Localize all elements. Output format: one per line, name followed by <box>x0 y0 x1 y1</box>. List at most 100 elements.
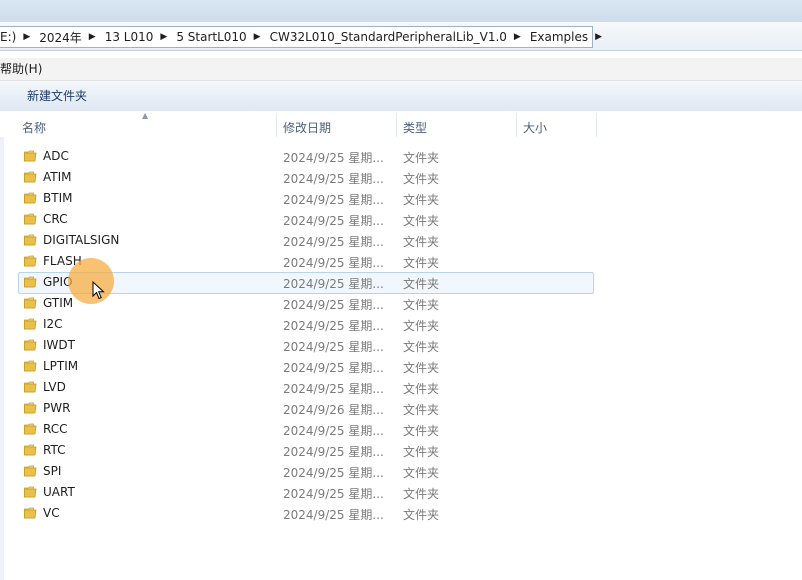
breadcrumb-separator-icon[interactable]: ▶ <box>89 32 96 42</box>
folder-icon <box>24 276 37 288</box>
file-date: 2024/9/26 星期... <box>283 403 384 417</box>
column-divider[interactable] <box>396 113 397 137</box>
file-date: 2024/9/25 星期... <box>283 319 384 333</box>
breadcrumb-separator-icon[interactable]: ▶ <box>595 32 602 42</box>
column-header-row: ▲ 名称 修改日期 类型 大小 <box>0 111 802 137</box>
file-type: 文件夹 <box>403 151 440 165</box>
file-row[interactable]: CRC 2024/9/25 星期... 文件夹 <box>0 209 802 230</box>
file-name[interactable]: LVD <box>43 380 66 394</box>
breadcrumb-item[interactable]: Examples <box>530 30 592 44</box>
file-date: 2024/9/25 星期... <box>283 466 384 480</box>
file-date: 2024/9/25 星期... <box>283 235 384 249</box>
file-name[interactable]: BTIM <box>43 191 72 205</box>
file-type: 文件夹 <box>403 403 440 417</box>
folder-icon <box>24 192 37 204</box>
file-row[interactable]: IWDT 2024/9/25 星期... 文件夹 <box>0 335 802 356</box>
folder-icon <box>24 339 37 351</box>
file-type: 文件夹 <box>403 466 440 480</box>
breadcrumb-separator-icon[interactable]: ▶ <box>514 32 521 42</box>
column-divider[interactable] <box>596 113 597 137</box>
file-row[interactable]: ADC 2024/9/25 星期... 文件夹 <box>0 146 802 167</box>
file-name[interactable]: DIGITALSIGN <box>43 233 119 247</box>
file-row[interactable]: UART 2024/9/25 星期... 文件夹 <box>0 482 802 503</box>
file-name[interactable]: RCC <box>43 422 68 436</box>
folder-icon <box>24 444 37 456</box>
column-header-type[interactable]: 类型 <box>403 119 427 136</box>
cursor-highlight <box>68 258 114 304</box>
column-header-date[interactable]: 修改日期 <box>283 119 331 136</box>
folder-icon <box>24 381 37 393</box>
file-row[interactable]: RCC 2024/9/25 星期... 文件夹 <box>0 419 802 440</box>
breadcrumb-item[interactable]: CW32L010_StandardPeripheralLib_V1.0 <box>270 30 511 44</box>
breadcrumb-separator-icon[interactable]: ▶ <box>160 32 167 42</box>
breadcrumb-separator-icon[interactable]: ▶ <box>23 32 30 42</box>
file-row[interactable]: VC 2024/9/25 星期... 文件夹 <box>0 503 802 524</box>
column-header-size[interactable]: 大小 <box>523 119 547 136</box>
folder-icon <box>24 213 37 225</box>
file-name[interactable]: ATIM <box>43 170 72 184</box>
file-row[interactable]: BTIM 2024/9/25 星期... 文件夹 <box>0 188 802 209</box>
file-name[interactable]: ADC <box>43 149 69 163</box>
file-row[interactable]: GTIM 2024/9/25 星期... 文件夹 <box>0 293 802 314</box>
file-date: 2024/9/25 星期... <box>283 256 384 270</box>
file-date: 2024/9/25 星期... <box>283 277 384 291</box>
file-row[interactable]: DIGITALSIGN 2024/9/25 星期... 文件夹 <box>0 230 802 251</box>
folder-icon <box>24 234 37 246</box>
file-row[interactable]: LPTIM 2024/9/25 星期... 文件夹 <box>0 356 802 377</box>
file-type: 文件夹 <box>403 214 440 228</box>
new-folder-button[interactable]: 新建文件夹 <box>27 81 87 111</box>
folder-icon <box>24 297 37 309</box>
folder-icon <box>24 318 37 330</box>
file-type: 文件夹 <box>403 193 440 207</box>
file-type: 文件夹 <box>403 235 440 249</box>
file-name[interactable]: GTIM <box>43 296 73 310</box>
column-divider[interactable] <box>276 113 277 137</box>
file-date: 2024/9/25 星期... <box>283 424 384 438</box>
file-date: 2024/9/25 星期... <box>283 298 384 312</box>
file-name[interactable]: CRC <box>43 212 68 226</box>
folder-icon <box>24 507 37 519</box>
column-divider[interactable] <box>516 113 517 137</box>
sort-ascending-icon: ▲ <box>142 111 149 120</box>
file-row[interactable]: ATIM 2024/9/25 星期... 文件夹 <box>0 167 802 188</box>
folder-icon <box>24 360 37 372</box>
file-name[interactable]: LPTIM <box>43 359 78 373</box>
file-type: 文件夹 <box>403 298 440 312</box>
breadcrumb-item[interactable]: 13 L010 <box>105 30 158 44</box>
file-date: 2024/9/25 星期... <box>283 151 384 165</box>
file-date: 2024/9/25 星期... <box>283 361 384 375</box>
file-row[interactable]: FLASH 2024/9/25 星期... 文件夹 <box>0 251 802 272</box>
file-row[interactable]: SPI 2024/9/25 星期... 文件夹 <box>0 461 802 482</box>
file-name[interactable]: SPI <box>43 464 61 478</box>
file-type: 文件夹 <box>403 382 440 396</box>
breadcrumb[interactable]: E:) ▶ 2024年 ▶ 13 L010 ▶ 5 StartL010 ▶ CW32L010_S… <box>0 26 602 48</box>
file-name[interactable]: I2C <box>43 317 63 331</box>
file-date: 2024/9/25 星期... <box>283 382 384 396</box>
breadcrumb-item[interactable]: 5 StartL010 <box>176 30 250 44</box>
file-name[interactable]: VC <box>43 506 60 520</box>
breadcrumb-separator-icon[interactable]: ▶ <box>254 32 261 42</box>
file-date: 2024/9/25 星期... <box>283 193 384 207</box>
breadcrumb-item[interactable]: 2024年 <box>39 29 86 46</box>
file-row[interactable]: PWR 2024/9/26 星期... 文件夹 <box>0 398 802 419</box>
file-name[interactable]: UART <box>43 485 75 499</box>
file-row[interactable]: LVD 2024/9/25 星期... 文件夹 <box>0 377 802 398</box>
file-name[interactable]: PWR <box>43 401 70 415</box>
menu-bar: 帮助(H) <box>0 58 802 81</box>
menu-help[interactable]: 帮助(H) <box>0 62 42 76</box>
file-name[interactable]: RTC <box>43 443 65 457</box>
address-bar: E:) ▶ 2024年 ▶ 13 L010 ▶ 5 StartL010 ▶ CW32L010_S… <box>0 22 802 51</box>
file-row[interactable]: RTC 2024/9/25 星期... 文件夹 <box>0 440 802 461</box>
column-header-name[interactable]: 名称 <box>22 119 46 136</box>
mouse-pointer-icon <box>92 281 105 300</box>
file-name[interactable]: IWDT <box>43 338 75 352</box>
folder-icon <box>24 171 37 183</box>
file-date: 2024/9/25 星期... <box>283 214 384 228</box>
folder-icon <box>24 486 37 498</box>
file-row[interactable]: GPIO 2024/9/25 星期... 文件夹 <box>0 272 802 294</box>
folder-icon <box>24 423 37 435</box>
folder-icon <box>24 402 37 414</box>
file-row[interactable]: I2C 2024/9/25 星期... 文件夹 <box>0 314 802 335</box>
breadcrumb-item[interactable]: E:) <box>0 30 20 44</box>
file-type: 文件夹 <box>403 172 440 186</box>
